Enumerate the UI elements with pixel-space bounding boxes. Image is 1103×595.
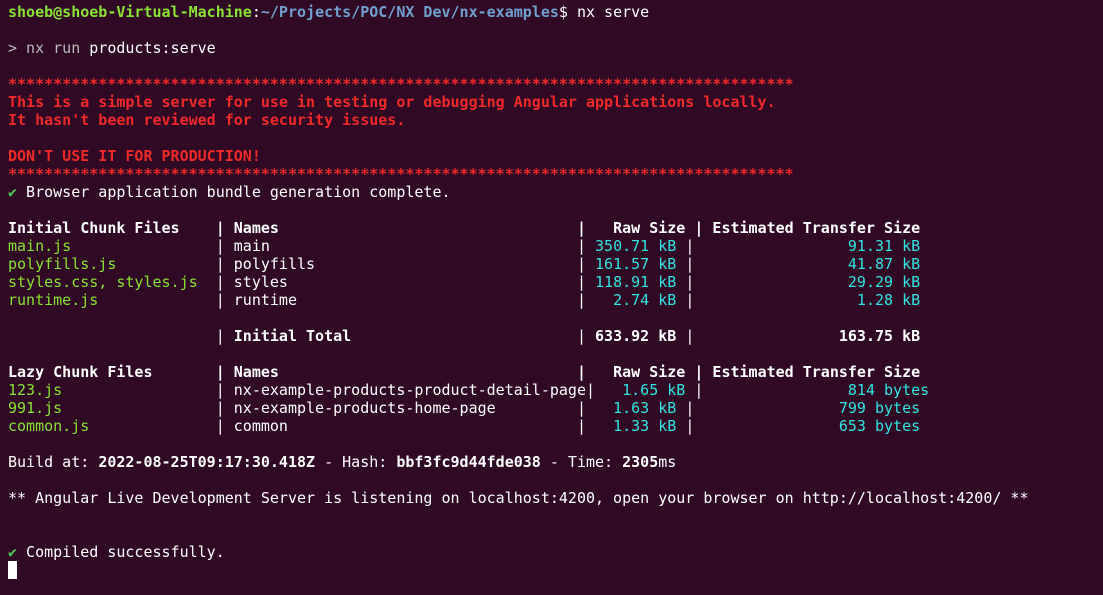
prompt-path: ~/Projects/POC/NX Dev/nx-examples (260, 3, 559, 21)
lazy-header-names: Names (233, 363, 577, 381)
prompt-command: nx serve (567, 3, 650, 21)
chunk-est-size: 29.29 kB (703, 273, 921, 291)
chunk-raw-size: 2.74 kB (595, 291, 677, 309)
warning-stars-top: ****************************************… (8, 75, 794, 93)
run-prefix: > nx run (8, 39, 90, 57)
bundle-complete-line: ✔ Browser application bundle generation … (8, 183, 451, 201)
initial-header-names: Names (233, 219, 577, 237)
chunk-raw-size: 1.63 kB (595, 399, 677, 417)
prompt-dollar: $ (558, 3, 568, 21)
initial-header-est: Estimated Transfer Size (712, 219, 921, 237)
chunk-file: common.js (8, 417, 207, 435)
build-time: 2305 (622, 453, 659, 471)
chunk-name: runtime (233, 291, 577, 309)
table-row: common.js | common | 1.33 kB | 653 bytes (8, 417, 921, 435)
build-hash: bbf3fc9d44fde038 (396, 453, 541, 471)
prompt-colon: : (251, 3, 261, 21)
initial-total-raw: 633.92 kB (595, 327, 677, 345)
lazy-header-est: Estimated Transfer Size (712, 363, 921, 381)
chunk-file: 123.js (8, 381, 207, 399)
build-time-unit: ms (658, 453, 677, 471)
check-icon: ✔ (8, 543, 18, 561)
terminal-cursor[interactable] (8, 561, 17, 579)
warning-line-3: DON'T USE IT FOR PRODUCTION! (8, 147, 261, 165)
build-date: 2022-08-25T09:17:30.418Z (98, 453, 316, 471)
build-time-label: - Time: (540, 453, 623, 471)
warning-stars-bottom: ****************************************… (8, 165, 794, 183)
table-row: 991.js | nx-example-products-home-page |… (8, 399, 921, 417)
warning-line-1: This is a simple server for use in testi… (8, 93, 776, 111)
server-listening-message: ** Angular Live Development Server is li… (8, 489, 1029, 507)
check-icon: ✔ (8, 183, 18, 201)
chunk-name: nx-example-products-product-detail-page (233, 381, 586, 399)
initial-total-row: | Initial Total | 633.92 kB | 163.75 kB (8, 327, 921, 345)
lazy-table-header: Lazy Chunk Files | Names | Raw Size | Es… (8, 363, 921, 381)
initial-header-files: Initial Chunk Files (8, 219, 207, 237)
table-row: main.js | main | 350.71 kB | 91.31 kB (8, 237, 921, 255)
table-row: 123.js | nx-example-products-product-det… (8, 381, 930, 399)
compiled-text: Compiled successfully. (17, 543, 225, 561)
prompt-line: shoeb@shoeb-Virtual-Machine:~/Projects/P… (8, 3, 649, 21)
chunk-est-size: 41.87 kB (703, 255, 921, 273)
warning-line-2: It hasn't been reviewed for security iss… (8, 111, 406, 129)
prompt-user-host: shoeb@shoeb-Virtual-Machine (8, 3, 252, 21)
chunk-name: nx-example-products-home-page (233, 399, 577, 417)
table-row: polyfills.js | polyfills | 161.57 kB | 4… (8, 255, 921, 273)
run-line: > nx run products:serve (8, 39, 216, 57)
table-row: styles.css, styles.js | styles | 118.91 … (8, 273, 921, 291)
build-prefix: Build at: (8, 453, 99, 471)
chunk-name: common (233, 417, 577, 435)
initial-table-header: Initial Chunk Files | Names | Raw Size |… (8, 219, 921, 237)
chunk-file: runtime.js (8, 291, 207, 309)
chunk-file: 991.js (8, 399, 207, 417)
build-hash-label: - Hash: (315, 453, 397, 471)
run-target: products:serve (89, 39, 216, 57)
chunk-raw-size: 118.91 kB (595, 273, 677, 291)
compiled-line: ✔ Compiled successfully. (8, 543, 225, 561)
chunk-file: main.js (8, 237, 207, 255)
terminal-window[interactable]: shoeb@shoeb-Virtual-Machine:~/Projects/P… (0, 0, 1103, 595)
chunk-name: styles (233, 273, 577, 291)
lazy-header-files: Lazy Chunk Files (8, 363, 207, 381)
chunk-file: polyfills.js (8, 255, 207, 273)
table-row: runtime.js | runtime | 2.74 kB | 1.28 kB (8, 291, 921, 309)
chunk-est-size: 91.31 kB (703, 237, 921, 255)
initial-total-label: Initial Total (233, 327, 352, 345)
chunk-est-size: 653 bytes (703, 417, 921, 435)
lazy-header-raw: Raw Size (595, 363, 686, 381)
chunk-file: styles.css, styles.js (8, 273, 207, 291)
chunk-name: polyfills (233, 255, 577, 273)
chunk-est-size: 814 bytes (712, 381, 930, 399)
initial-total-est: 163.75 kB (838, 327, 921, 345)
chunk-est-size: 799 bytes (703, 399, 921, 417)
build-info-line: Build at: 2022-08-25T09:17:30.418Z - Has… (8, 453, 676, 471)
initial-header-raw: Raw Size (595, 219, 686, 237)
chunk-est-size: 1.28 kB (703, 291, 921, 309)
chunk-raw-size: 1.65 kB (604, 381, 686, 399)
chunk-raw-size: 1.33 kB (595, 417, 677, 435)
chunk-raw-size: 350.71 kB (595, 237, 677, 255)
chunk-raw-size: 161.57 kB (595, 255, 677, 273)
bundle-complete-text: Browser application bundle generation co… (17, 183, 451, 201)
chunk-name: main (233, 237, 577, 255)
